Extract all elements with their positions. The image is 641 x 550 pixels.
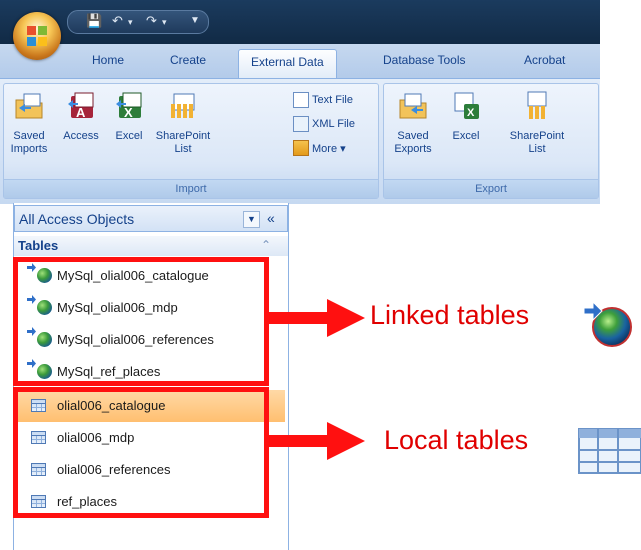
- import-excel-button[interactable]: X Excel: [104, 90, 154, 143]
- export-sharepoint-icon: [527, 91, 547, 119]
- redo-dropdown-icon[interactable]: ▾: [162, 17, 167, 28]
- saved-imports-icon: [15, 93, 43, 119]
- export-group-label: Export: [384, 179, 598, 198]
- saved-imports-label-1: Saved: [13, 130, 45, 142]
- tab-home[interactable]: Home: [92, 53, 124, 67]
- quick-access-toolbar: 💾 ↶ ▾ ↷ ▾ ▼: [67, 10, 209, 34]
- tab-database-tools[interactable]: Database Tools: [383, 53, 466, 67]
- import-sharepoint-button[interactable]: SharePoint List: [150, 90, 216, 156]
- xml-file-button[interactable]: XML File: [293, 116, 355, 132]
- export-excel-icon: X: [454, 92, 479, 119]
- text-file-icon: [293, 92, 309, 108]
- sharepoint-list-icon: [171, 93, 195, 118]
- nav-dropdown-icon[interactable]: ▼: [243, 211, 260, 228]
- import-group: Saved Imports A Access X Excel SharePoin…: [3, 83, 379, 199]
- svg-text:A: A: [76, 105, 86, 120]
- saved-imports-label-2: Imports: [10, 143, 48, 155]
- linked-table-large-icon: [583, 300, 632, 347]
- undo-dropdown-icon[interactable]: ▾: [128, 17, 133, 28]
- ribbon-panel: Saved Imports A Access X Excel SharePoin…: [0, 78, 600, 204]
- svg-text:X: X: [124, 105, 133, 120]
- excel-icon: X: [116, 92, 142, 120]
- office-button[interactable]: [13, 12, 61, 60]
- local-tables-highlight-box: [13, 387, 269, 518]
- sharepoint-label-1: SharePoint: [155, 130, 211, 142]
- tab-external-data[interactable]: External Data: [238, 49, 337, 78]
- tables-section-header[interactable]: Tables ⌃: [14, 236, 288, 256]
- excel-label: Excel: [115, 130, 143, 142]
- linked-tables-label: Linked tables: [370, 300, 530, 330]
- xml-file-icon: [293, 116, 309, 132]
- more-button[interactable]: More ▾: [293, 140, 346, 156]
- saved-exports-label-1: Saved: [397, 130, 429, 142]
- shutter-collapse-icon[interactable]: «: [267, 210, 275, 226]
- nav-pane-title: All Access Objects: [19, 211, 135, 227]
- save-icon[interactable]: 💾: [86, 13, 102, 29]
- more-icon: [293, 140, 309, 156]
- svg-text:X: X: [467, 107, 475, 119]
- saved-exports-label-2: Exports: [394, 143, 432, 155]
- tab-acrobat[interactable]: Acrobat: [524, 53, 565, 67]
- export-excel-label: Excel: [452, 130, 480, 142]
- text-file-button[interactable]: Text File: [293, 92, 353, 108]
- chevron-up-icon[interactable]: ⌃: [261, 238, 271, 252]
- redo-icon[interactable]: ↷: [146, 13, 157, 29]
- more-label: More ▾: [312, 142, 346, 155]
- saved-imports-button[interactable]: Saved Imports: [4, 90, 54, 156]
- export-excel-button[interactable]: X Excel: [446, 90, 486, 143]
- tab-create[interactable]: Create: [170, 53, 206, 67]
- access-icon: A: [68, 92, 94, 120]
- ribbon: 💾 ↶ ▾ ↷ ▾ ▼ Home Create External Data Da…: [0, 0, 600, 204]
- linked-tables-highlight-box: [13, 257, 269, 386]
- customize-qat-icon[interactable]: ▼: [190, 15, 200, 26]
- saved-exports-button[interactable]: Saved Exports: [386, 90, 440, 156]
- nav-pane-header[interactable]: All Access Objects ▼ «: [14, 205, 288, 232]
- linked-tables-arrow-icon: [267, 299, 365, 337]
- export-sharepoint-button[interactable]: SharePoint List: [504, 90, 570, 156]
- undo-icon[interactable]: ↶: [112, 13, 123, 29]
- export-group: Saved Exports X Excel SharePoint List Ex…: [383, 83, 599, 199]
- xml-file-label: XML File: [312, 118, 355, 130]
- office-logo-icon: [27, 26, 47, 46]
- ribbon-tabs: Home Create External Data Database Tools…: [0, 44, 600, 78]
- title-bar: 💾 ↶ ▾ ↷ ▾ ▼: [0, 0, 600, 44]
- sharepoint-label-2: List: [174, 143, 192, 155]
- saved-exports-icon: [399, 93, 427, 119]
- text-file-label: Text File: [312, 94, 353, 106]
- local-table-large-icon: [578, 428, 641, 474]
- tables-section-title: Tables: [18, 238, 59, 253]
- export-sharepoint-label-2: List: [528, 143, 546, 155]
- export-sharepoint-label-1: SharePoint: [509, 130, 565, 142]
- import-group-label: Import: [4, 179, 378, 198]
- local-tables-arrow-icon: [267, 422, 365, 460]
- local-tables-label: Local tables: [384, 425, 529, 455]
- access-label: Access: [63, 130, 99, 142]
- import-access-button[interactable]: A Access: [56, 90, 106, 143]
